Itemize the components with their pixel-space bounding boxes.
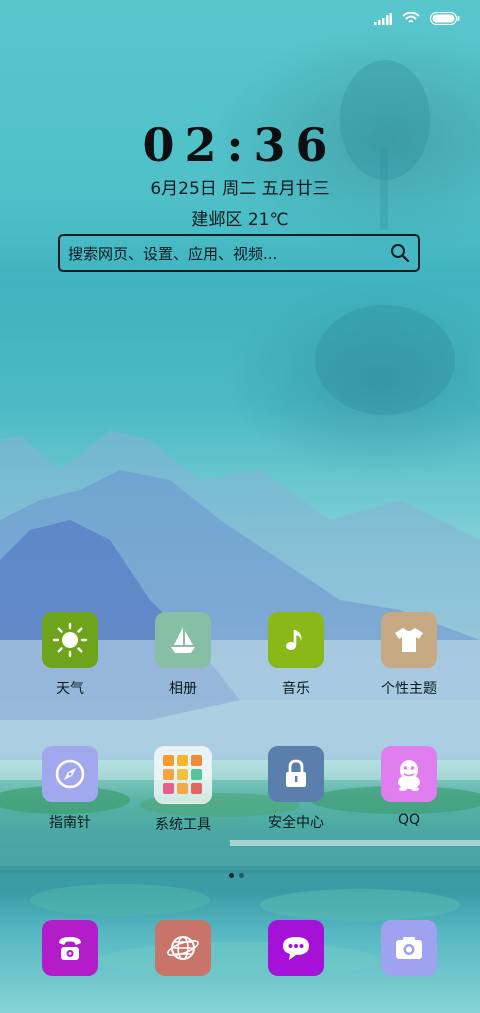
- status-bar: [374, 12, 460, 25]
- dock-phone[interactable]: [15, 920, 125, 976]
- date-label[interactable]: 6月25日 周二 五月廿三: [0, 174, 480, 199]
- sun-icon: [42, 612, 98, 668]
- dock-browser[interactable]: [128, 920, 238, 976]
- signal-icon: [374, 12, 392, 25]
- app-qq[interactable]: QQ: [354, 746, 464, 828]
- page-dot: [239, 873, 244, 878]
- clock-time[interactable]: 02:36: [0, 118, 480, 172]
- app-weather[interactable]: 天气: [15, 612, 125, 698]
- app-label: 个性主题: [381, 681, 437, 697]
- app-label: 系统工具: [155, 817, 211, 833]
- dock-camera[interactable]: [354, 920, 464, 976]
- battery-icon: [430, 12, 460, 25]
- lock-icon: [268, 746, 324, 802]
- wifi-icon: [402, 12, 420, 23]
- camera-icon: [381, 920, 437, 976]
- music-note-icon: [268, 612, 324, 668]
- app-label: 相册: [169, 681, 197, 697]
- app-label: QQ: [397, 812, 421, 828]
- app-label: 天气: [56, 681, 84, 697]
- compass-icon: [42, 746, 98, 802]
- search-icon[interactable]: [390, 243, 410, 263]
- search-bar[interactable]: 搜索网页、设置、应用、视频...: [58, 234, 420, 272]
- app-label: 安全中心: [268, 815, 324, 831]
- tshirt-icon: [381, 612, 437, 668]
- app-label: 指南针: [49, 815, 91, 831]
- page-dot-active: [229, 873, 234, 878]
- app-security[interactable]: 安全中心: [241, 746, 351, 832]
- app-label: 音乐: [282, 681, 310, 697]
- folder-icon: [154, 746, 212, 804]
- page-indicator[interactable]: [229, 873, 244, 878]
- app-gallery[interactable]: 相册: [128, 612, 238, 698]
- message-icon: [268, 920, 324, 976]
- app-compass[interactable]: 指南针: [15, 746, 125, 832]
- weather-label[interactable]: 建邺区 21℃: [0, 205, 480, 230]
- app-music[interactable]: 音乐: [241, 612, 351, 698]
- search-placeholder: 搜索网页、设置、应用、视频...: [68, 244, 278, 263]
- qq-penguin-icon: [381, 746, 437, 802]
- dock-messages[interactable]: [241, 920, 351, 976]
- sailboat-icon: [155, 612, 211, 668]
- phone-icon: [42, 920, 98, 976]
- browser-globe-icon: [155, 920, 211, 976]
- app-themes[interactable]: 个性主题: [354, 612, 464, 698]
- folder-system-tools[interactable]: 系统工具: [128, 746, 238, 834]
